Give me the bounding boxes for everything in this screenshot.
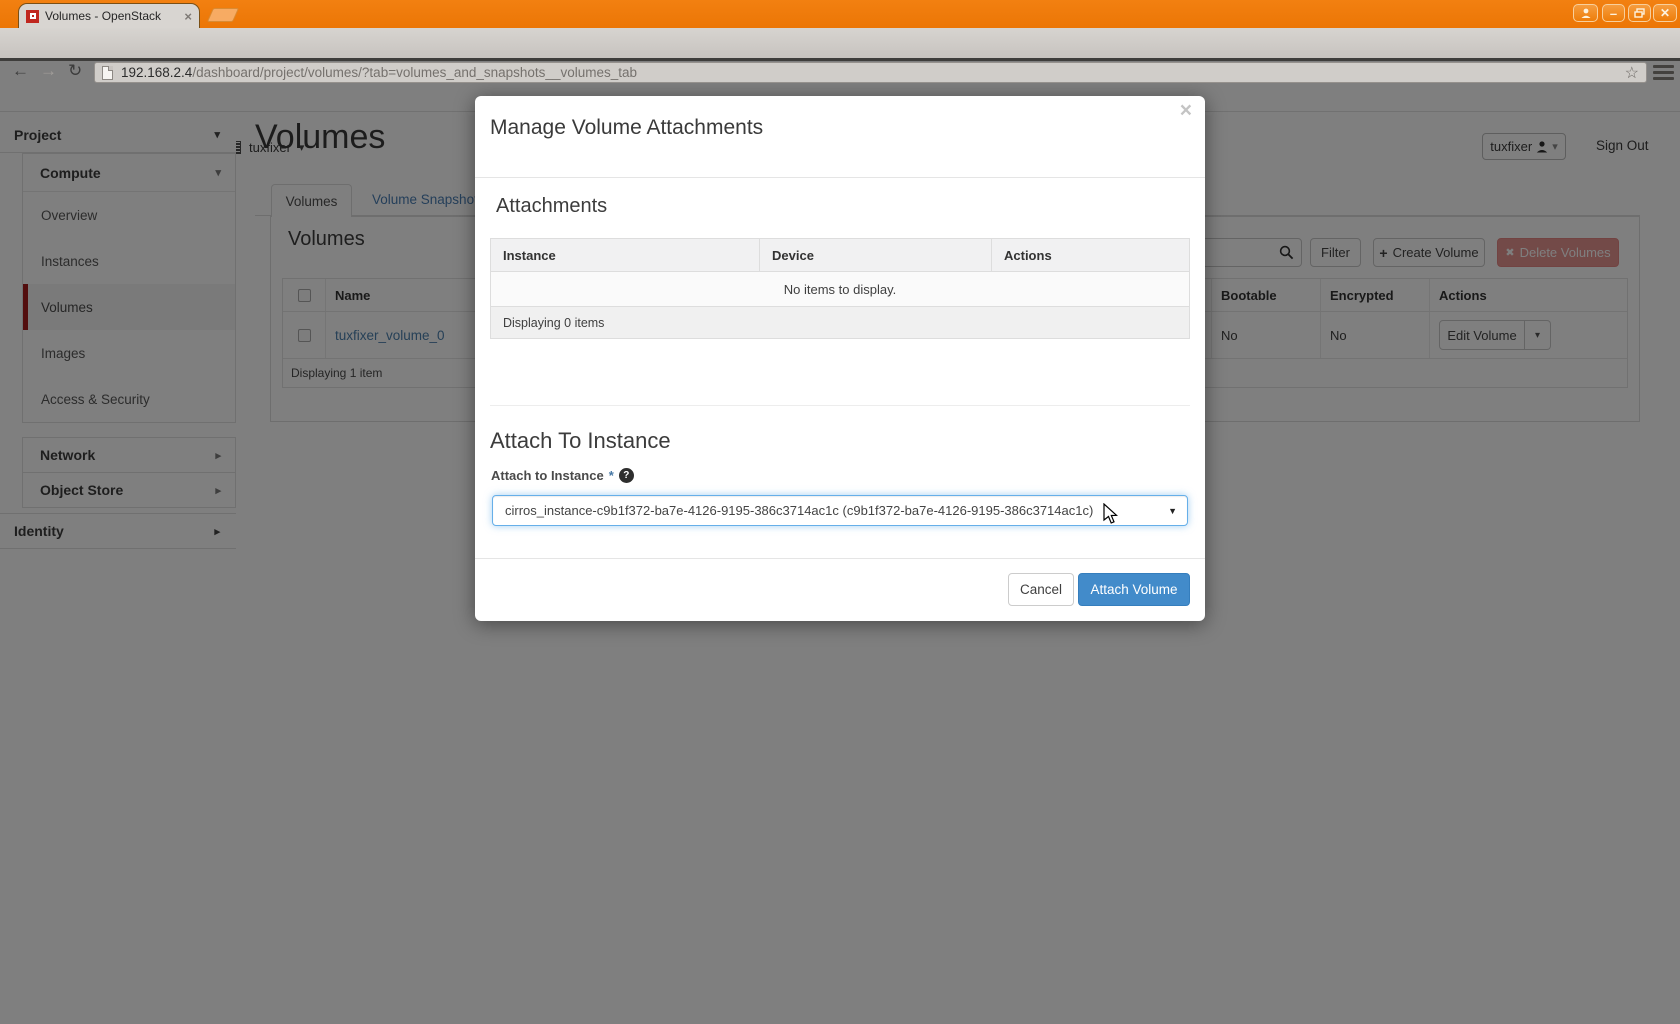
attach-volume-button[interactable]: Attach Volume bbox=[1078, 573, 1190, 606]
field-label-text: Attach to Instance bbox=[491, 468, 604, 483]
actions-header: Actions bbox=[992, 239, 1189, 271]
modal-header-divider bbox=[475, 177, 1205, 178]
instance-header: Instance bbox=[491, 239, 760, 271]
required-asterisk: * bbox=[609, 468, 614, 483]
window-minimize-button[interactable]: – bbox=[1602, 4, 1625, 22]
device-header: Device bbox=[760, 239, 992, 271]
browser-toolbar: ← → ↻ 192.168.2.4 /dashboard/project/vol… bbox=[0, 28, 1680, 61]
section-divider bbox=[490, 405, 1190, 406]
empty-table-message: No items to display. bbox=[491, 272, 1189, 307]
attach-to-instance-label: Attach to Instance * ? bbox=[491, 468, 634, 483]
attachments-table-footer: Displaying 0 items bbox=[491, 307, 1189, 338]
window-user-icon[interactable] bbox=[1573, 4, 1598, 22]
reload-button[interactable]: ↻ bbox=[68, 60, 82, 82]
openstack-favicon-icon bbox=[26, 10, 39, 23]
mouse-cursor bbox=[1103, 503, 1119, 525]
modal-footer-divider bbox=[475, 558, 1205, 559]
instance-select[interactable]: cirros_instance-c9b1f372-ba7e-4126-9195-… bbox=[492, 495, 1188, 526]
modal-close-icon[interactable]: × bbox=[1180, 100, 1192, 121]
tab-title: Volumes - OpenStack bbox=[45, 9, 178, 23]
browser-titlebar: Volumes - OpenStack × – ✕ bbox=[0, 0, 1680, 28]
restore-icon bbox=[1634, 8, 1645, 18]
browser-menu-icon[interactable] bbox=[1653, 65, 1674, 80]
help-icon[interactable]: ? bbox=[619, 468, 634, 483]
modal-title: Manage Volume Attachments bbox=[490, 116, 763, 140]
url-host: 192.168.2.4 bbox=[121, 65, 192, 80]
person-icon bbox=[1580, 7, 1592, 19]
tab-close-icon[interactable]: × bbox=[184, 10, 192, 23]
window-maximize-button[interactable] bbox=[1628, 4, 1651, 22]
window-close-button[interactable]: ✕ bbox=[1653, 4, 1677, 22]
forward-button[interactable]: → bbox=[40, 60, 57, 82]
browser-tab[interactable]: Volumes - OpenStack × bbox=[18, 3, 200, 28]
cancel-button[interactable]: Cancel bbox=[1008, 573, 1074, 606]
new-tab-button[interactable] bbox=[207, 8, 239, 22]
select-caret-icon: ▼ bbox=[1168, 506, 1177, 516]
attachments-table-header: Instance Device Actions bbox=[491, 239, 1189, 272]
manage-volume-attachments-modal: × Manage Volume Attachments Attachments … bbox=[475, 96, 1205, 621]
page-icon bbox=[102, 66, 113, 80]
attach-to-instance-heading: Attach To Instance bbox=[490, 428, 671, 454]
url-bar[interactable]: 192.168.2.4 /dashboard/project/volumes/?… bbox=[94, 62, 1647, 83]
bookmark-star-icon[interactable]: ☆ bbox=[1625, 63, 1639, 83]
instance-select-value: cirros_instance-c9b1f372-ba7e-4126-9195-… bbox=[505, 503, 1093, 518]
attachments-table: Instance Device Actions No items to disp… bbox=[490, 238, 1190, 339]
back-button[interactable]: ← bbox=[12, 60, 29, 82]
attachments-heading: Attachments bbox=[496, 195, 607, 218]
url-path: /dashboard/project/volumes/?tab=volumes_… bbox=[192, 65, 637, 80]
